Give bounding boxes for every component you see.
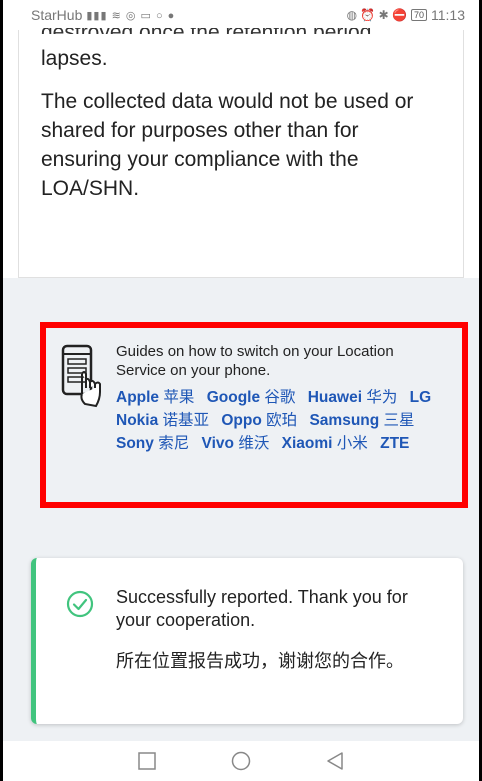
- guide-intro: Guides on how to switch on your Location…: [116, 343, 394, 379]
- recents-button[interactable]: [136, 750, 158, 772]
- status-bar: StarHub ▮▮▮ ≋ ◎ ▭ ○ ● ◍ ⏰ ✱ ⛔ 70 11:13: [3, 0, 479, 30]
- guide-links: Apple 苹果 Google 谷歌 Huawei 华为 LG Nokia 诺基…: [116, 386, 446, 455]
- system-nav-bar: [3, 741, 479, 781]
- link-google[interactable]: Google 谷歌: [207, 389, 296, 406]
- status-time: 11:13: [431, 7, 465, 23]
- status-left: StarHub ▮▮▮ ≋ ◎ ▭ ○ ●: [31, 7, 175, 23]
- success-toast: Successfully reported. Thank you for you…: [31, 558, 463, 724]
- cut-off-text: destroyed once the retention period: [41, 28, 441, 34]
- battery-icon: 70: [410, 9, 427, 21]
- circle-icon: [231, 751, 251, 771]
- lapses-text: lapses.: [41, 47, 108, 70]
- status-right: ◍ ⏰ ✱ ⛔ 70 11:13: [347, 7, 465, 23]
- link-vivo[interactable]: Vivo 维沃: [202, 435, 270, 452]
- link-zte[interactable]: ZTE: [380, 435, 409, 452]
- toast-message: Successfully reported. Thank you for you…: [116, 587, 408, 630]
- link-huawei[interactable]: Huawei 华为: [308, 389, 398, 406]
- status-right-icons: ◍ ⏰ ✱ ⛔: [346, 8, 407, 22]
- link-xiaomi[interactable]: Xiaomi 小米: [282, 435, 368, 452]
- back-button[interactable]: [324, 750, 346, 772]
- home-button[interactable]: [230, 750, 252, 772]
- link-oppo[interactable]: Oppo 欧珀: [221, 412, 297, 429]
- link-nokia[interactable]: Nokia 诺基亚: [116, 412, 209, 429]
- signal-icons: ▮▮▮ ≋ ◎ ▭ ○ ●: [86, 9, 176, 22]
- link-apple[interactable]: Apple 苹果: [116, 389, 194, 406]
- collected-data-text: The collected data would not be used or …: [41, 90, 414, 200]
- check-circle-icon: [66, 590, 94, 618]
- triangle-back-icon: [327, 752, 343, 770]
- carrier-label: StarHub: [31, 7, 83, 23]
- link-lg[interactable]: LG: [410, 389, 432, 406]
- link-samsung[interactable]: Samsung 三星: [309, 412, 414, 429]
- guide-text: Guides on how to switch on your Location…: [116, 342, 446, 502]
- link-sony[interactable]: Sony 索尼: [116, 435, 189, 452]
- square-icon: [138, 752, 156, 770]
- phone-touch-icon: [61, 344, 101, 408]
- privacy-notice-card: destroyed once the retention period laps…: [18, 28, 464, 278]
- location-guide-box: Guides on how to switch on your Location…: [40, 322, 468, 508]
- toast-message-zh: 所在位置报告成功，谢谢您的合作。: [116, 651, 404, 671]
